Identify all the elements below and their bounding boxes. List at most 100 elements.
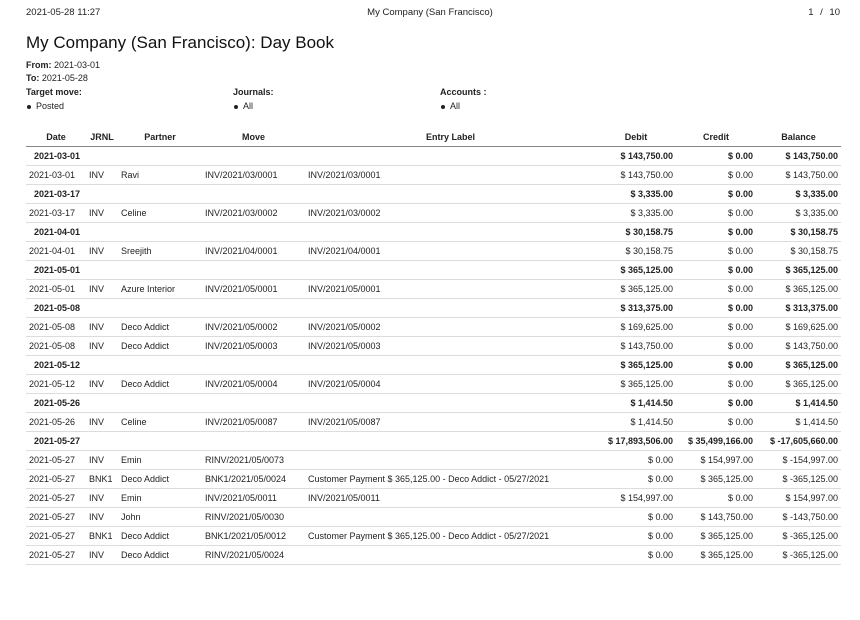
- date-to: To: 2021-05-28: [26, 73, 88, 83]
- entry-date: 2021-03-17: [26, 203, 86, 223]
- date-from: From: 2021-03-01: [26, 60, 100, 70]
- entry-move: RINV/2021/05/0073: [202, 450, 305, 470]
- report-title: My Company (San Francisco): Day Book: [26, 33, 334, 52]
- page-total: 10: [829, 7, 840, 18]
- date-group-row: 2021-05-08 $ 313,375.00 $ 0.00 $ 313,375.00: [26, 298, 841, 318]
- group-credit: $ 0.00: [676, 184, 756, 204]
- group-debit: $ 3,335.00: [596, 184, 676, 204]
- date-group-row: 2021-05-01 $ 365,125.00 $ 0.00 $ 365,125.00: [26, 260, 841, 280]
- entry-partner: Sreejith: [118, 241, 202, 261]
- group-debit: $ 17,893,506.00: [596, 431, 676, 451]
- entry-move: BNK1/2021/05/0012: [202, 526, 305, 546]
- group-date: 2021-05-08: [26, 298, 596, 318]
- entry-partner: Deco Addict: [118, 374, 202, 394]
- entry-journal: INV: [86, 545, 118, 565]
- entry-credit: $ 143,750.00: [676, 507, 756, 527]
- entry-credit: $ 154,997.00: [676, 450, 756, 470]
- table-row: 2021-03-01 INV Ravi INV/2021/03/0001 INV/202…: [26, 165, 841, 185]
- entry-debit: $ 143,750.00: [596, 336, 676, 356]
- print-company: My Company (San Francisco): [367, 7, 493, 18]
- entry-label: INV/2021/05/0004: [305, 374, 596, 394]
- entry-label: INV/2021/05/0001: [305, 279, 596, 299]
- group-date: 2021-05-27: [26, 431, 596, 451]
- table-row: 2021-05-01 INV Azure Interior INV/2021/05/0…: [26, 279, 841, 299]
- entry-balance: $ 30,158.75: [756, 241, 841, 261]
- entry-credit: $ 365,125.00: [676, 526, 756, 546]
- group-balance: $ 365,125.00: [756, 260, 841, 280]
- col-date: Date: [26, 127, 86, 147]
- date-to-value: 2021-05-28: [41, 73, 88, 83]
- table-row: 2021-05-27 INV Emin RINV/2021/05/0073 $ 0.00…: [26, 450, 841, 470]
- group-credit: $ 0.00: [676, 355, 756, 375]
- group-balance: $ 313,375.00: [756, 298, 841, 318]
- entry-balance: $ 143,750.00: [756, 165, 841, 185]
- entry-debit: $ 30,158.75: [596, 241, 676, 261]
- entry-date: 2021-05-27: [26, 488, 86, 508]
- entry-balance: $ 365,125.00: [756, 279, 841, 299]
- entry-date: 2021-03-01: [26, 165, 86, 185]
- col-balance: Balance: [756, 127, 841, 147]
- entry-debit: $ 0.00: [596, 545, 676, 565]
- col-journal: JRNL: [86, 127, 118, 147]
- entry-journal: INV: [86, 412, 118, 432]
- group-debit: $ 30,158.75: [596, 222, 676, 242]
- entry-move: BNK1/2021/05/0024: [202, 469, 305, 489]
- filter-target-move-label: Target move:: [26, 87, 82, 97]
- table-row: 2021-04-01 INV Sreejith INV/2021/04/0001 INV…: [26, 241, 841, 261]
- entry-label: INV/2021/03/0001: [305, 165, 596, 185]
- entry-move: INV/2021/05/0087: [202, 412, 305, 432]
- entry-credit: $ 0.00: [676, 241, 756, 261]
- entry-date: 2021-05-08: [26, 336, 86, 356]
- entry-credit: $ 0.00: [676, 374, 756, 394]
- group-date: 2021-05-01: [26, 260, 596, 280]
- entry-balance: $ 143,750.00: [756, 336, 841, 356]
- entry-move: INV/2021/05/0002: [202, 317, 305, 337]
- entry-partner: Azure Interior: [118, 279, 202, 299]
- entry-partner: Emin: [118, 450, 202, 470]
- entry-credit: $ 0.00: [676, 488, 756, 508]
- table-row: 2021-05-27 BNK1 Deco Addict BNK1/2021/05/00…: [26, 469, 841, 489]
- entry-credit: $ 365,125.00: [676, 469, 756, 489]
- entry-credit: $ 0.00: [676, 165, 756, 185]
- filter-journals-value: All: [233, 101, 274, 111]
- table-body: 2021-03-01 $ 143,750.00 $ 0.00 $ 143,750.00…: [26, 146, 841, 565]
- table-row: 2021-05-27 INV Emin INV/2021/05/0011 INV/202…: [26, 488, 841, 508]
- col-move: Move: [202, 127, 305, 147]
- page-current: 1: [808, 7, 814, 18]
- group-credit: $ 0.00: [676, 298, 756, 318]
- entry-label: [305, 545, 596, 565]
- entry-move: RINV/2021/05/0030: [202, 507, 305, 527]
- group-balance: $ 3,335.00: [756, 184, 841, 204]
- entry-label: INV/2021/05/0003: [305, 336, 596, 356]
- filter-target-move-value: Posted: [26, 101, 82, 111]
- group-credit: $ 0.00: [676, 222, 756, 242]
- entry-date: 2021-05-27: [26, 545, 86, 565]
- entry-debit: $ 143,750.00: [596, 165, 676, 185]
- entry-date: 2021-05-27: [26, 526, 86, 546]
- entry-date: 2021-05-12: [26, 374, 86, 394]
- group-debit: $ 143,750.00: [596, 146, 676, 166]
- table-row: 2021-05-26 INV Celine INV/2021/05/0087 INV/2…: [26, 412, 841, 432]
- entry-journal: INV: [86, 203, 118, 223]
- filter-journals-label: Journals:: [233, 87, 274, 97]
- col-debit: Debit: [596, 127, 676, 147]
- entry-journal: INV: [86, 450, 118, 470]
- entry-balance: $ 365,125.00: [756, 374, 841, 394]
- entry-label: INV/2021/05/0011: [305, 488, 596, 508]
- date-group-row: 2021-03-17 $ 3,335.00 $ 0.00 $ 3,335.00: [26, 184, 841, 204]
- group-credit: $ 0.00: [676, 260, 756, 280]
- entry-partner: John: [118, 507, 202, 527]
- table-row: 2021-05-08 INV Deco Addict INV/2021/05/0003…: [26, 336, 841, 356]
- date-group-row: 2021-05-26 $ 1,414.50 $ 0.00 $ 1,414.50: [26, 393, 841, 413]
- entry-balance: $ -154,997.00: [756, 450, 841, 470]
- entry-partner: Deco Addict: [118, 545, 202, 565]
- entry-move: INV/2021/05/0004: [202, 374, 305, 394]
- entry-date: 2021-05-08: [26, 317, 86, 337]
- entry-partner: Deco Addict: [118, 317, 202, 337]
- entry-move: RINV/2021/05/0024: [202, 545, 305, 565]
- entry-debit: $ 0.00: [596, 526, 676, 546]
- entry-label: Customer Payment $ 365,125.00 - Deco Add…: [305, 526, 596, 546]
- entry-balance: $ -365,125.00: [756, 469, 841, 489]
- entry-partner: Celine: [118, 412, 202, 432]
- entry-debit: $ 365,125.00: [596, 374, 676, 394]
